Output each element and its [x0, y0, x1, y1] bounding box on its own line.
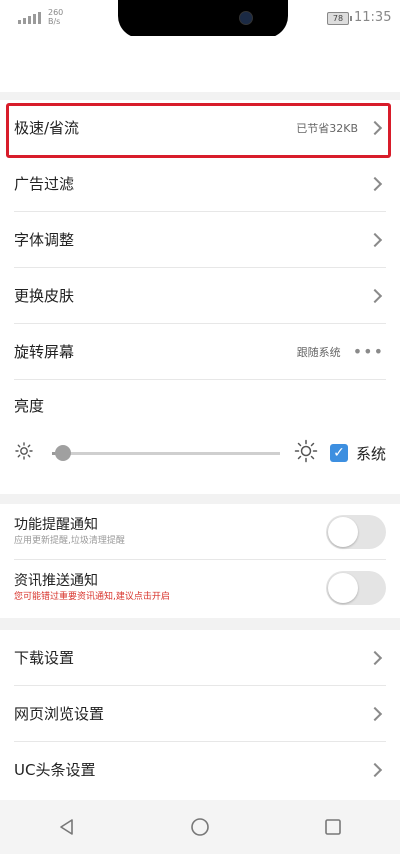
recents-square-icon: [325, 819, 342, 835]
status-bar: 260 B/s 78 11:35: [0, 0, 400, 38]
back-triangle-icon: [59, 819, 73, 835]
general-settings-list: 极速/省流 已节省32KB 广告过滤 字体调整 更换皮肤 旋转屏幕 跟随系统 •…: [0, 100, 400, 476]
brightness-label: 亮度: [14, 396, 45, 415]
setting-label: UC头条设置: [14, 761, 96, 779]
header-area: [0, 36, 400, 92]
chevron-right-icon: [367, 706, 383, 721]
setting-value: 已节省32KB: [296, 121, 358, 135]
setting-row-speed-mode[interactable]: 极速/省流 已节省32KB: [14, 100, 386, 156]
toggle-knob: [328, 572, 358, 603]
system-nav-bar: [0, 800, 400, 854]
feature-notification-toggle[interactable]: [326, 514, 386, 549]
brightness-high-icon: [294, 439, 318, 467]
chevron-right-icon: [367, 176, 383, 191]
notification-title: 资讯推送通知: [14, 572, 98, 589]
setting-label: 字体调整: [14, 231, 75, 249]
notification-row-news: 资讯推送通知 您可能错过重要资讯通知,建议点击开启: [14, 560, 386, 615]
brightness-low-icon: [14, 441, 34, 465]
notification-warning: 您可能错过重要资讯通知,建议点击开启: [14, 591, 170, 602]
network-speed: 260 B/s: [48, 8, 63, 26]
status-time: 11:35: [354, 10, 392, 25]
settings-screen: 260 B/s 78 11:35 极速/省流 已节省32KB 广告过滤 字体调整…: [0, 0, 400, 854]
back-button[interactable]: [37, 807, 97, 847]
section-divider: [0, 494, 400, 504]
chevron-right-icon: [367, 650, 383, 665]
notification-subtitle: 应用更新提醒,垃圾清理提醒: [14, 535, 125, 546]
setting-label: 广告过滤: [14, 175, 75, 193]
brightness-header: 亮度: [14, 380, 400, 430]
home-circle-icon: [191, 818, 209, 836]
recents-button[interactable]: [303, 807, 363, 847]
section-divider: [0, 618, 400, 630]
more-dots-icon[interactable]: •••: [353, 342, 384, 361]
setting-value: 跟随系统: [296, 345, 341, 359]
news-notification-toggle[interactable]: [326, 570, 386, 605]
brightness-slider-thumb[interactable]: [55, 444, 72, 461]
advanced-settings-list: 下载设置 网页浏览设置 UC头条设置: [0, 630, 400, 797]
setting-label: 旋转屏幕: [14, 343, 75, 361]
notification-settings-list: 功能提醒通知 应用更新提醒,垃圾清理提醒 资讯推送通知 您可能错过重要资讯通知,…: [0, 504, 400, 615]
notification-title: 功能提醒通知: [14, 516, 98, 533]
setting-label: 下载设置: [14, 649, 75, 667]
network-speed-unit: B/s: [48, 17, 61, 26]
setting-label: 网页浏览设置: [14, 705, 105, 723]
system-brightness-checkbox[interactable]: ✓: [329, 444, 348, 462]
signal-icon: [18, 12, 41, 24]
setting-row-skin[interactable]: 更换皮肤: [14, 268, 386, 324]
network-speed-value: 260: [48, 8, 64, 17]
chevron-right-icon: [367, 762, 383, 777]
system-brightness-label: 系统: [355, 444, 386, 463]
setting-label: 更换皮肤: [14, 287, 75, 305]
setting-label: 极速/省流: [14, 119, 80, 137]
front-camera: [239, 11, 253, 25]
chevron-right-icon: [367, 288, 383, 303]
brightness-slider[interactable]: [52, 444, 280, 461]
setting-row-rotate-screen[interactable]: 旋转屏幕 跟随系统 •••: [14, 324, 386, 380]
home-button[interactable]: [170, 807, 230, 847]
chevron-right-icon: [367, 120, 383, 135]
notification-row-feature: 功能提醒通知 应用更新提醒,垃圾清理提醒: [14, 504, 386, 560]
setting-row-download[interactable]: 下载设置: [14, 630, 386, 686]
section-divider: [0, 92, 400, 100]
setting-row-uc-headlines[interactable]: UC头条设置: [14, 742, 386, 797]
chevron-right-icon: [367, 232, 383, 247]
battery-icon: 78: [327, 12, 352, 25]
setting-row-font-size[interactable]: 字体调整: [14, 212, 386, 268]
brightness-control: ✓ 系统: [14, 430, 386, 476]
camera-notch: [118, 0, 288, 38]
setting-row-ad-filter[interactable]: 广告过滤: [14, 156, 386, 212]
setting-row-web-browsing[interactable]: 网页浏览设置: [14, 686, 386, 742]
toggle-knob: [328, 516, 358, 547]
